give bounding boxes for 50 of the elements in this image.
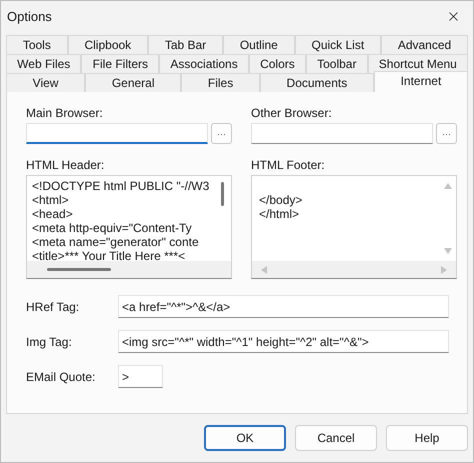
field-label: Main Browser:: [26, 106, 104, 120]
input-field[interactable]: <a href="^*">^&</a>: [118, 295, 449, 318]
field-label: HTML Footer:: [251, 158, 326, 172]
tab[interactable]: Clipbook: [68, 35, 148, 54]
field-label: Other Browser:: [251, 106, 333, 120]
browse-button[interactable]: ···: [436, 123, 457, 144]
tab[interactable]: Advanced: [381, 35, 468, 54]
code-line: <!DOCTYPE html PUBLIC "-//W3: [32, 179, 210, 193]
tab[interactable]: Files: [181, 73, 260, 92]
browse-button[interactable]: ···: [211, 123, 232, 144]
code-line: <title>*** Your Title Here ***<: [32, 249, 186, 261]
tab[interactable]: Tools: [6, 35, 68, 54]
tab[interactable]: Internet: [374, 71, 468, 92]
tab[interactable]: General: [85, 73, 182, 92]
tab[interactable]: Web Files: [6, 54, 82, 73]
code-line: <head>: [32, 207, 74, 221]
code-line: </body>: [259, 193, 304, 207]
field-label: HRef Tag:: [26, 300, 80, 314]
tab[interactable]: View: [6, 73, 86, 92]
text-editor[interactable]: <!DOCTYPE html PUBLIC "-//W3 <html> <head> <meta http-equiv="Content-Ty <meta name="generator" conte <title>*** Your Title Here ***<: [26, 175, 232, 279]
input-field[interactable]: [26, 123, 208, 144]
scrollbar-thumb[interactable]: [221, 182, 224, 206]
scroll-left-icon[interactable]: [260, 264, 268, 274]
tab[interactable]: Associations: [159, 54, 249, 73]
scrollbar-thumb[interactable]: [47, 268, 111, 271]
field-label: Img Tag:: [26, 334, 73, 348]
dialog-button[interactable]: OK: [204, 425, 286, 451]
field-label: HTML Header:: [26, 158, 106, 172]
tab[interactable]: Quick List: [294, 35, 381, 54]
window-title: Options: [7, 8, 52, 24]
code-line: </html>: [259, 207, 300, 221]
dialog-button[interactable]: Cancel: [295, 425, 377, 451]
tab[interactable]: File Filters: [81, 54, 160, 73]
code-line: <html>: [32, 193, 70, 207]
tab[interactable]: Colors: [248, 54, 306, 73]
code-line: <meta name="generator" conte: [32, 235, 200, 249]
scroll-up-icon[interactable]: [442, 182, 452, 190]
tab[interactable]: Toolbar: [306, 54, 368, 73]
text-editor[interactable]: </body> </html>: [251, 175, 457, 279]
scroll-down-icon[interactable]: [442, 247, 452, 255]
tab[interactable]: Documents: [260, 73, 374, 92]
tab[interactable]: Outline: [223, 35, 295, 54]
field-label: EMail Quote:: [26, 370, 96, 384]
scroll-right-icon[interactable]: [440, 264, 448, 274]
input-field[interactable]: [251, 123, 433, 144]
code-line: <meta http-equiv="Content-Ty: [32, 221, 193, 235]
tab[interactable]: Tab Bar: [148, 35, 223, 54]
input-field[interactable]: <img src="^*" width="^1" height="^2" alt="^&">: [118, 330, 449, 353]
dialog-button[interactable]: Help: [386, 425, 468, 451]
input-field[interactable]: >: [118, 365, 163, 388]
